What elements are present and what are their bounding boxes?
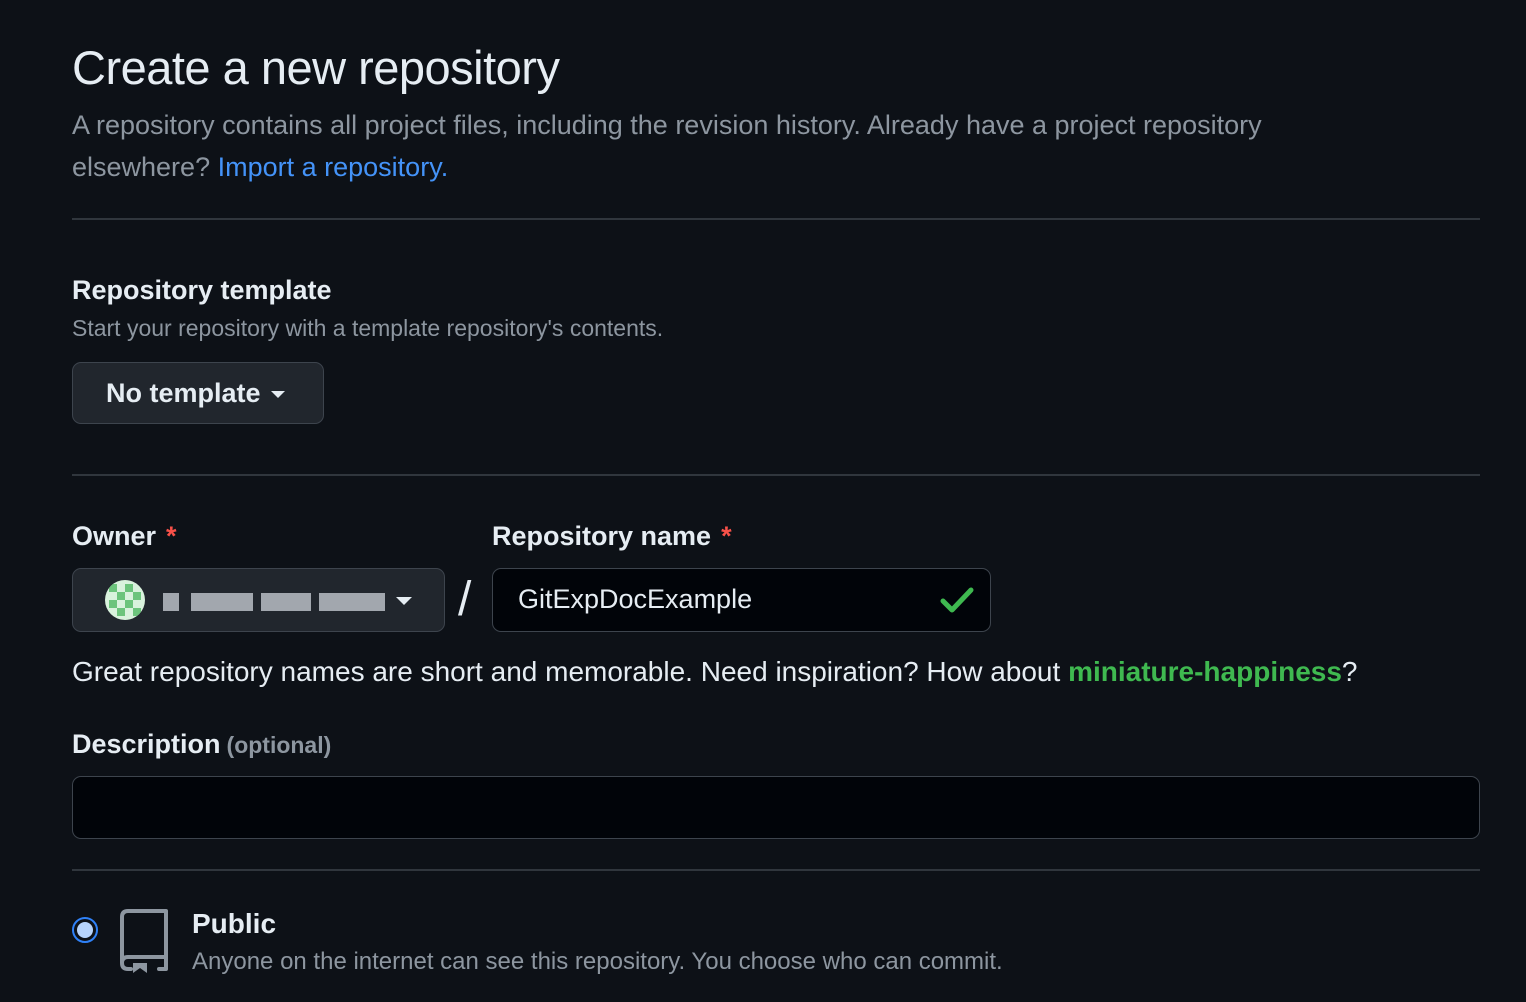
chevron-down-icon bbox=[396, 597, 412, 605]
page-intro: A repository contains all project files,… bbox=[72, 104, 1402, 188]
owner-name-separator: / bbox=[458, 573, 472, 626]
required-mark: * bbox=[166, 521, 177, 551]
owner-label-text: Owner bbox=[72, 521, 157, 551]
optional-note: (optional) bbox=[226, 732, 332, 758]
radio-selected-dot bbox=[77, 922, 93, 938]
divider bbox=[72, 474, 1480, 476]
owner-label: Owner * bbox=[72, 519, 177, 553]
public-option-note: Anyone on the internet can see this repo… bbox=[192, 948, 1003, 975]
public-radio[interactable] bbox=[72, 917, 98, 943]
check-icon bbox=[940, 587, 974, 613]
template-dropdown-label: No template bbox=[106, 377, 261, 408]
repository-name-label-text: Repository name bbox=[492, 521, 712, 551]
repo-icon bbox=[120, 909, 168, 973]
chevron-down-icon bbox=[270, 391, 285, 398]
import-repository-link[interactable]: Import a repository. bbox=[218, 152, 449, 182]
divider bbox=[72, 218, 1480, 220]
description-label: Description (optional) bbox=[72, 727, 331, 762]
repository-name-label: Repository name * bbox=[492, 519, 732, 553]
hint-suffix: ? bbox=[1341, 656, 1358, 687]
required-mark: * bbox=[721, 521, 732, 551]
hint-text: Great repository names are short and mem… bbox=[72, 656, 1061, 687]
repository-name-input[interactable]: GitExpDocExample bbox=[492, 568, 991, 632]
avatar bbox=[105, 580, 145, 620]
public-option-title: Public bbox=[192, 908, 277, 939]
divider bbox=[72, 869, 1480, 871]
repository-name-value: GitExpDocExample bbox=[518, 584, 753, 614]
description-label-text: Description bbox=[72, 729, 221, 759]
template-section-title: Repository template bbox=[72, 275, 332, 305]
template-section-note: Start your repository with a template re… bbox=[72, 315, 664, 341]
repository-name-hint: Great repository names are short and mem… bbox=[72, 654, 1358, 690]
page-title: Create a new repository bbox=[72, 41, 560, 94]
suggested-name[interactable]: miniature-happiness bbox=[1068, 656, 1342, 687]
description-input[interactable] bbox=[72, 776, 1480, 839]
owner-dropdown-button[interactable] bbox=[72, 568, 445, 632]
create-repository-page: Create a new repository A repository con… bbox=[0, 0, 1526, 1002]
template-dropdown-button[interactable]: No template bbox=[72, 362, 324, 424]
